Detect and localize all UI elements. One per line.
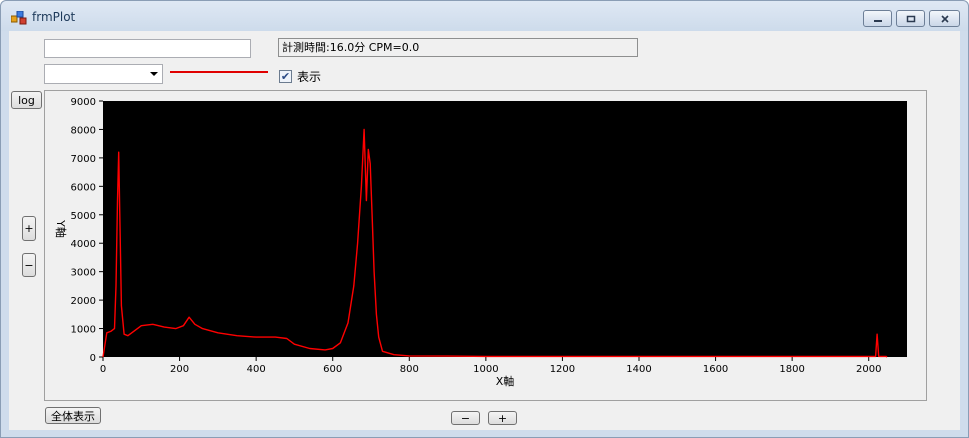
y-tick-label: 6000 [71, 182, 96, 193]
y-tick-label: 7000 [71, 154, 96, 165]
close-button[interactable] [929, 10, 960, 27]
spectrum-chart[interactable]: 0 1000 2000 3000 4000 5000 6000 7000 8000 9000 0 20… [45, 91, 926, 400]
x-tick-label: 0 [100, 364, 106, 375]
check-icon: ✔ [280, 69, 291, 83]
app-window: frmPlot 計測時間:16.0分 CPM=0.0 ✔ 表示 log + − [0, 0, 969, 438]
y-tick-label: 8000 [71, 125, 96, 136]
x-tick-label: 800 [400, 364, 419, 375]
status-label: 計測時間:16.0分 CPM=0.0 [278, 38, 638, 57]
x-tick-label: 1000 [473, 364, 498, 375]
x-tick-label: 1600 [703, 364, 728, 375]
plot-area[interactable] [103, 101, 907, 357]
show-all-button[interactable]: 全体表示 [45, 407, 101, 424]
name-input[interactable] [44, 39, 251, 58]
zoom-in-x-button[interactable]: + [488, 411, 517, 425]
zoom-out-x-button[interactable]: − [451, 411, 480, 425]
maximize-button[interactable] [896, 10, 925, 27]
title-bar[interactable]: frmPlot [1, 1, 968, 31]
y-axis-label: Y軸 [54, 219, 68, 238]
x-axis-label: X軸 [496, 374, 515, 388]
plot-panel: 0 1000 2000 3000 4000 5000 6000 7000 8000 9000 0 20… [44, 90, 927, 401]
x-tick-label: 1800 [779, 364, 804, 375]
y-tick-label: 5000 [71, 211, 96, 222]
log-button[interactable]: log [11, 91, 42, 109]
series-color-swatch [170, 71, 268, 73]
y-tick-label: 9000 [71, 97, 96, 108]
y-tick-label: 2000 [71, 296, 96, 307]
maximize-icon [906, 15, 915, 22]
chevron-down-icon[interactable] [150, 72, 158, 76]
x-tick-label: 1400 [626, 364, 651, 375]
y-tick-label: 4000 [71, 239, 96, 250]
x-tick-label: 1200 [550, 364, 575, 375]
window-title: frmPlot [32, 10, 76, 24]
y-tick-label: 1000 [71, 325, 96, 336]
app-icon [11, 11, 27, 25]
y-tick-label: 3000 [71, 268, 96, 279]
x-tick-label: 600 [323, 364, 342, 375]
y-tick-label: 0 [90, 353, 96, 364]
series-select[interactable] [44, 64, 163, 84]
zoom-out-y-button[interactable]: − [22, 253, 36, 277]
show-checkbox-label: 表示 [297, 69, 322, 84]
show-checkbox[interactable]: ✔ [279, 69, 292, 83]
zoom-in-y-button[interactable]: + [22, 216, 36, 241]
x-tick-label: 200 [170, 364, 189, 375]
form-client-area: 計測時間:16.0分 CPM=0.0 ✔ 表示 log + − 0 1000 200… [9, 31, 960, 430]
minimize-icon [873, 19, 882, 22]
show-checkbox-row[interactable]: ✔ 表示 [279, 69, 322, 84]
close-icon [940, 14, 949, 23]
minimize-button[interactable] [863, 10, 892, 27]
x-tick-label: 2000 [856, 364, 881, 375]
x-tick-label: 400 [247, 364, 266, 375]
